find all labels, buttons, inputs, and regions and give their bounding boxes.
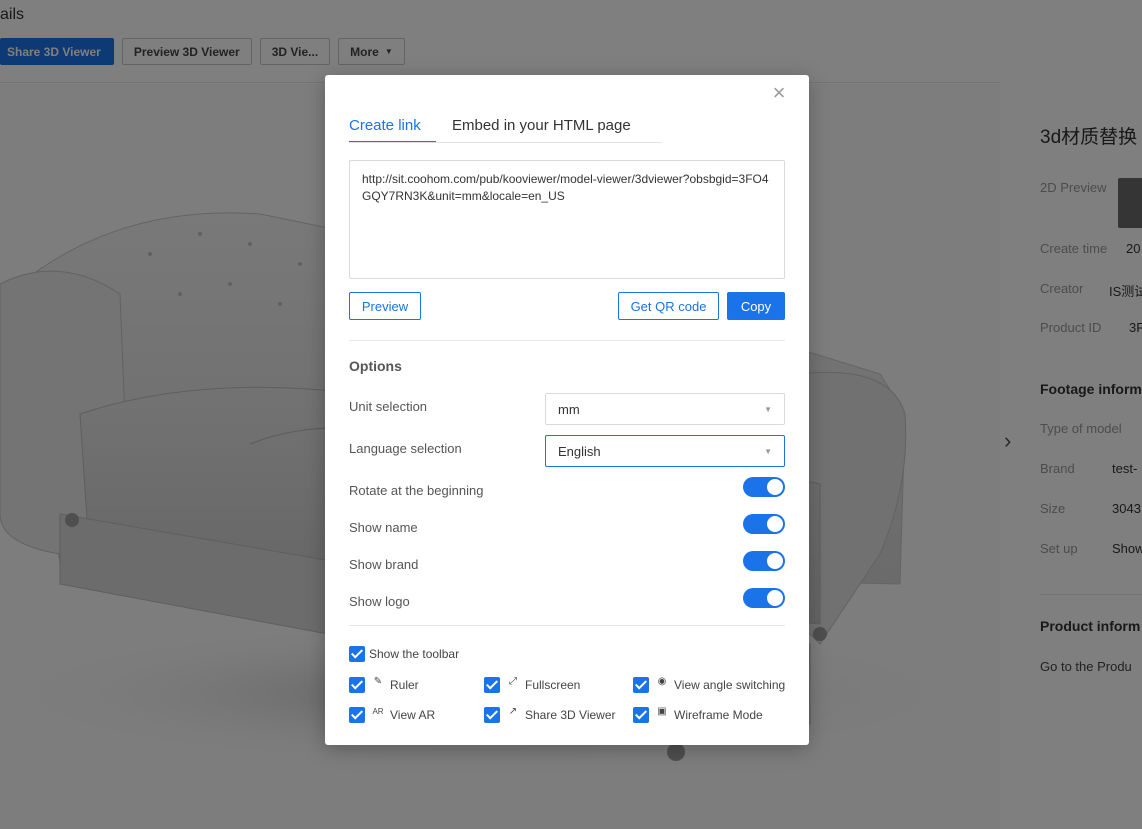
share-link-textarea[interactable]: http://sit.coohom.com/pub/kooviewer/mode… bbox=[349, 160, 785, 279]
ruler-icon: ✎ bbox=[373, 675, 383, 687]
close-icon[interactable]: × bbox=[769, 82, 789, 104]
checkbox-checked[interactable] bbox=[349, 707, 365, 723]
language-selection-label: Language selection bbox=[349, 441, 462, 456]
show-toolbar-checkbox[interactable]: Show the toolbar bbox=[349, 646, 459, 662]
options-title: Options bbox=[349, 358, 402, 374]
checkbox-checked[interactable] bbox=[484, 677, 500, 693]
toggle-knob bbox=[767, 516, 783, 532]
options-divider bbox=[349, 340, 785, 341]
view-angle-checkbox[interactable]: ◉ View angle switching bbox=[633, 675, 786, 693]
ruler-checkbox[interactable]: ✎ Ruler bbox=[349, 675, 419, 693]
caret-down-icon: ▼ bbox=[764, 447, 772, 456]
show-name-label: Show name bbox=[349, 520, 418, 535]
wireframe-mode-checkbox[interactable]: ▣ Wireframe Mode bbox=[633, 705, 763, 723]
caret-down-icon: ▼ bbox=[764, 405, 772, 414]
copy-button[interactable]: Copy bbox=[727, 292, 785, 320]
toggle-knob bbox=[767, 553, 783, 569]
fullscreen-icon: ⤢ bbox=[509, 675, 517, 687]
fullscreen-checkbox[interactable]: ⤢ Fullscreen bbox=[484, 675, 581, 693]
rotate-label: Rotate at the beginning bbox=[349, 483, 484, 498]
checkbox-checked[interactable] bbox=[633, 677, 649, 693]
share-3d-viewer-checkbox[interactable]: ↗ Share 3D Viewer bbox=[484, 705, 616, 723]
tab-embed-html[interactable]: Embed in your HTML page bbox=[452, 117, 631, 143]
view-angle-icon: ◉ bbox=[657, 675, 667, 687]
copy-button-label: Copy bbox=[740, 298, 772, 314]
show-name-toggle[interactable] bbox=[743, 514, 785, 534]
unit-select-value: mm bbox=[558, 401, 580, 417]
share-modal: × Create link Embed in your HTML page ht… bbox=[325, 75, 809, 745]
modal-tabs: Create link Embed in your HTML page bbox=[349, 117, 663, 143]
tab-create-link[interactable]: Create link bbox=[349, 117, 436, 143]
preview-button[interactable]: Preview bbox=[349, 292, 421, 320]
rotate-toggle[interactable] bbox=[743, 477, 785, 497]
show-logo-toggle[interactable] bbox=[743, 588, 785, 608]
fullscreen-label: Fullscreen bbox=[525, 678, 581, 692]
view-angle-label: View angle switching bbox=[674, 678, 786, 692]
tabs-underline bbox=[349, 142, 662, 143]
wireframe-icon: ▣ bbox=[657, 705, 667, 717]
show-brand-label: Show brand bbox=[349, 557, 419, 572]
ar-icon: AR bbox=[372, 706, 384, 716]
share-3d-viewer-label: Share 3D Viewer bbox=[525, 708, 616, 722]
show-toolbar-label: Show the toolbar bbox=[369, 647, 460, 661]
language-select-value: English bbox=[558, 443, 601, 459]
checkbox-checked[interactable] bbox=[484, 707, 500, 723]
toolbar-options-divider bbox=[349, 625, 785, 626]
unit-selection-label: Unit selection bbox=[349, 399, 428, 414]
checkbox-checked[interactable] bbox=[349, 646, 365, 662]
toggle-knob bbox=[767, 590, 783, 606]
get-qr-code-label: Get QR code bbox=[630, 298, 707, 314]
view-ar-label: View AR bbox=[390, 708, 436, 722]
show-logo-label: Show logo bbox=[349, 594, 410, 609]
toggle-knob bbox=[767, 479, 783, 495]
show-brand-toggle[interactable] bbox=[743, 551, 785, 571]
checkbox-checked[interactable] bbox=[633, 707, 649, 723]
view-ar-checkbox[interactable]: AR View AR bbox=[349, 707, 435, 723]
checkbox-checked[interactable] bbox=[349, 677, 365, 693]
get-qr-code-button[interactable]: Get QR code bbox=[618, 292, 719, 320]
wireframe-mode-label: Wireframe Mode bbox=[674, 708, 763, 722]
language-select[interactable]: English ▼ bbox=[545, 435, 785, 467]
share-icon: ↗ bbox=[508, 705, 518, 717]
unit-select[interactable]: mm ▼ bbox=[545, 393, 785, 425]
ruler-label: Ruler bbox=[390, 678, 419, 692]
preview-button-label: Preview bbox=[361, 298, 409, 314]
